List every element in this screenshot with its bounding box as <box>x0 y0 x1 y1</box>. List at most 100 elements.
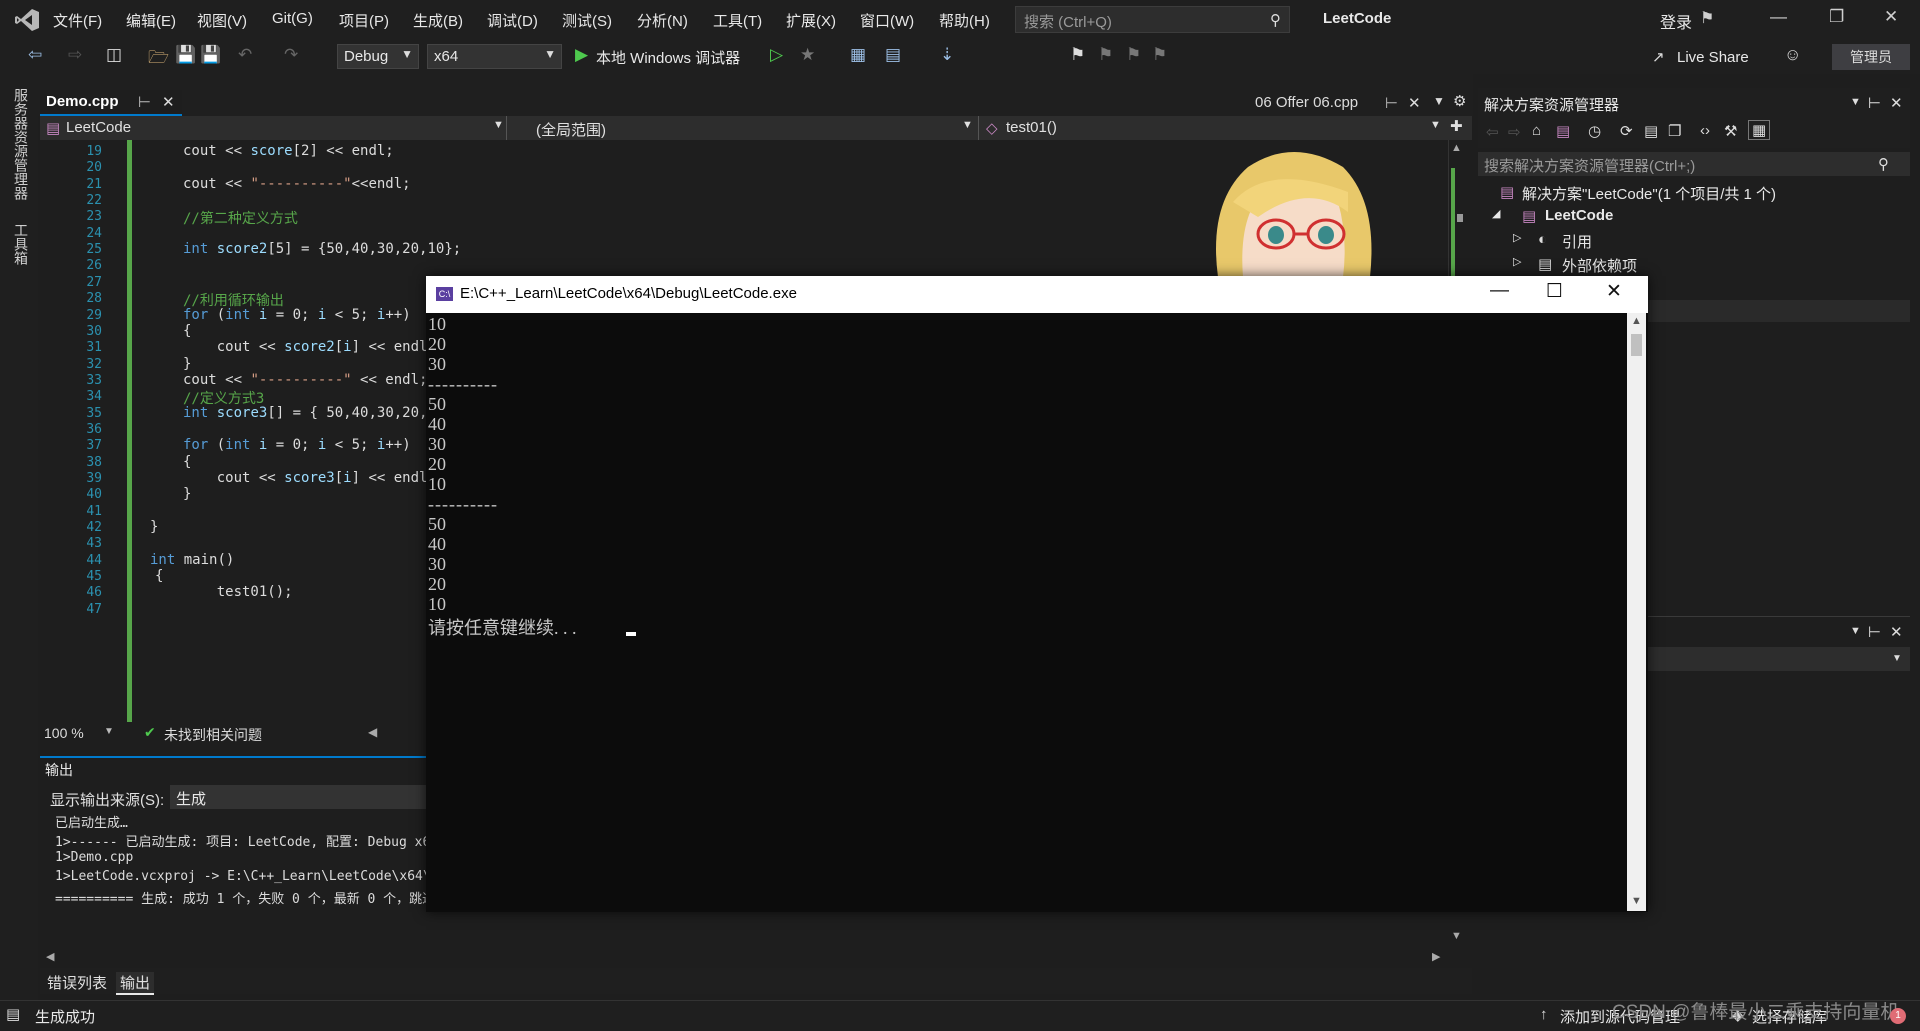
issues-status[interactable]: 未找到相关问题 <box>164 725 262 745</box>
menu-debug[interactable]: 调试(D) <box>487 10 538 31</box>
toolbox-tab[interactable]: 工具箱 <box>11 223 31 265</box>
tab-list-icon[interactable]: ▼ <box>1433 94 1445 108</box>
menu-test[interactable]: 测试(S) <box>562 10 612 31</box>
nav-project[interactable]: LeetCode <box>66 119 131 136</box>
zoom-level[interactable]: 100 % <box>44 725 84 741</box>
back-icon[interactable]: ⇦ <box>28 45 42 65</box>
chevron-right-icon[interactable]: ▷ <box>1513 231 1521 244</box>
chevron-down-icon[interactable]: ▼ <box>493 119 504 131</box>
tab-output[interactable]: 输出 <box>116 972 155 995</box>
menu-git[interactable]: Git(G) <box>272 10 313 27</box>
output-icon[interactable]: ▤ <box>6 1005 20 1023</box>
bookmark-next-icon[interactable]: ⚑ <box>1126 45 1141 65</box>
home-icon[interactable]: ⌂ <box>1532 122 1541 139</box>
hot-reload-icon[interactable]: ★ <box>800 45 815 65</box>
menu-view[interactable]: 视图(V) <box>197 10 247 31</box>
bookmark-icon[interactable]: ⚑ <box>1070 45 1085 65</box>
browse-icon[interactable]: ▤ <box>885 45 901 65</box>
search-input[interactable]: 搜索 (Ctrl+Q) ⚲ <box>1015 6 1290 33</box>
scroll-thumb[interactable] <box>1457 214 1463 222</box>
visual-studio-logo-icon[interactable] <box>14 8 40 32</box>
forward-icon[interactable]: ⇨ <box>1508 123 1521 141</box>
server-explorer-tab[interactable]: 服务器资源管理器 <box>11 88 31 200</box>
preview-icon[interactable]: ▦ <box>1748 120 1771 140</box>
console-maximize-button[interactable]: ☐ <box>1546 280 1563 303</box>
console-window[interactable] <box>426 276 1648 912</box>
show-all-files-icon[interactable]: ❐ <box>1668 122 1681 140</box>
pin-icon[interactable]: ⊢ <box>1385 94 1398 112</box>
solution-search-input[interactable]: 搜索解决方案资源管理器(Ctrl+;) ⚲ <box>1478 152 1910 176</box>
sign-in-link[interactable]: 登录 <box>1660 9 1692 33</box>
solution-config-icon[interactable]: ▦ <box>850 45 866 65</box>
scroll-up-icon[interactable]: ▲ <box>1631 315 1642 327</box>
platform-select[interactable]: x64 ▼ <box>427 44 562 69</box>
tree-solution[interactable]: 解决方案"LeetCode"(1 个项目/共 1 个) <box>1522 183 1776 204</box>
close-tab-icon[interactable]: ✕ <box>162 93 175 111</box>
nav-function[interactable]: test01() <box>1006 119 1057 136</box>
console-scroll-thumb[interactable] <box>1631 334 1642 356</box>
tree-references[interactable]: 引用 <box>1562 231 1592 252</box>
tree-project[interactable]: LeetCode <box>1545 207 1613 224</box>
menu-analyze[interactable]: 分析(N) <box>637 10 688 31</box>
configuration-select[interactable]: Debug ▼ <box>337 44 419 69</box>
pin-icon[interactable]: ⊢ <box>138 93 151 111</box>
menu-file[interactable]: 文件(F) <box>53 10 102 31</box>
tab-error-list[interactable]: 错误列表 <box>47 972 107 993</box>
console-vertical-scrollbar[interactable]: ▲ ▼ <box>1627 313 1646 911</box>
save-icon[interactable]: 💾 <box>175 45 196 65</box>
bookmark-prev-icon[interactable]: ⚑ <box>1098 45 1113 65</box>
start-debug-icon[interactable]: ▶ <box>575 45 588 65</box>
tab-demo-cpp[interactable]: Demo.cpp ⊢ ✕ <box>40 90 182 114</box>
close-panel-icon[interactable]: ✕ <box>1890 623 1903 641</box>
feedback-person-icon[interactable]: ☺ <box>1784 45 1801 65</box>
pin-icon[interactable]: ⊢ <box>1868 623 1881 641</box>
forward-icon[interactable]: ⇨ <box>68 45 82 65</box>
gear-icon[interactable]: ⚙ <box>1453 92 1466 110</box>
new-project-icon[interactable]: ◫ <box>106 45 122 65</box>
console-close-button[interactable]: ✕ <box>1606 280 1622 303</box>
chevron-down-icon[interactable]: ▼ <box>962 119 973 131</box>
nav-scope[interactable]: (全局范围) <box>536 119 606 140</box>
redo-icon[interactable]: ↷ <box>284 45 298 65</box>
chevron-right-icon[interactable]: ▷ <box>1513 255 1521 268</box>
scroll-down-icon[interactable]: ▼ <box>1631 895 1642 907</box>
collapse-all-icon[interactable]: ▤ <box>1644 122 1658 140</box>
close-tab-icon[interactable]: ✕ <box>1408 94 1421 112</box>
minimize-button[interactable]: — <box>1770 7 1787 27</box>
bookmark-clear-icon[interactable]: ⚑ <box>1152 45 1167 65</box>
save-all-icon[interactable]: 💾 <box>200 45 221 65</box>
chevron-down-icon[interactable]: ▼ <box>1430 119 1441 131</box>
scroll-left-icon[interactable]: ◀ <box>368 725 377 739</box>
chevron-down-icon[interactable]: ◢ <box>1492 207 1500 220</box>
menu-edit[interactable]: 编辑(E) <box>126 10 176 31</box>
console-minimize-button[interactable]: — <box>1490 280 1509 302</box>
start-debugger-button[interactable]: 本地 Windows 调试器 <box>596 47 740 68</box>
menu-build[interactable]: 生成(B) <box>413 10 463 31</box>
wrench-icon[interactable]: ⚒ <box>1724 122 1737 140</box>
open-folder-icon[interactable]: 🗁 <box>148 45 169 74</box>
close-panel-icon[interactable]: ✕ <box>1890 94 1903 112</box>
live-share-button[interactable]: Live Share <box>1677 49 1749 66</box>
chevron-down-icon[interactable]: ▼ <box>104 726 114 737</box>
feedback-icon[interactable]: ⚑ <box>1700 8 1714 28</box>
notification-icon[interactable]: 1 <box>1890 1008 1906 1024</box>
code-view-icon[interactable]: ‹› <box>1700 122 1710 139</box>
scroll-right-icon[interactable]: ▶ <box>1432 950 1440 963</box>
chevron-down-icon[interactable]: ▼ <box>1850 96 1861 108</box>
switch-views-icon[interactable]: ▤ <box>1556 122 1570 140</box>
pin-icon[interactable]: ⊢ <box>1868 94 1881 112</box>
output-horizontal-scrollbar[interactable]: ◀ ▶ <box>40 948 1448 966</box>
sync-icon[interactable]: ⟳ <box>1620 122 1633 140</box>
menu-project[interactable]: 项目(P) <box>339 10 389 31</box>
console-title-bar[interactable]: C:\ E:\C++_Learn\LeetCode\x64\Debug\Leet… <box>426 276 1648 313</box>
restore-button[interactable]: ❐ <box>1829 7 1844 27</box>
back-icon[interactable]: ⇦ <box>1486 123 1499 141</box>
start-without-debug-icon[interactable]: ▷ <box>770 45 783 65</box>
menu-window[interactable]: 窗口(W) <box>860 10 914 31</box>
pending-changes-icon[interactable]: ◷ <box>1588 122 1601 140</box>
step-icon[interactable]: ⇣ <box>940 45 954 65</box>
chevron-down-icon[interactable]: ▼ <box>1850 625 1861 637</box>
split-icon[interactable]: ✚ <box>1450 117 1463 135</box>
tab-offer-06[interactable]: 06 Offer 06.cpp <box>1255 94 1358 111</box>
menu-help[interactable]: 帮助(H) <box>939 10 990 31</box>
